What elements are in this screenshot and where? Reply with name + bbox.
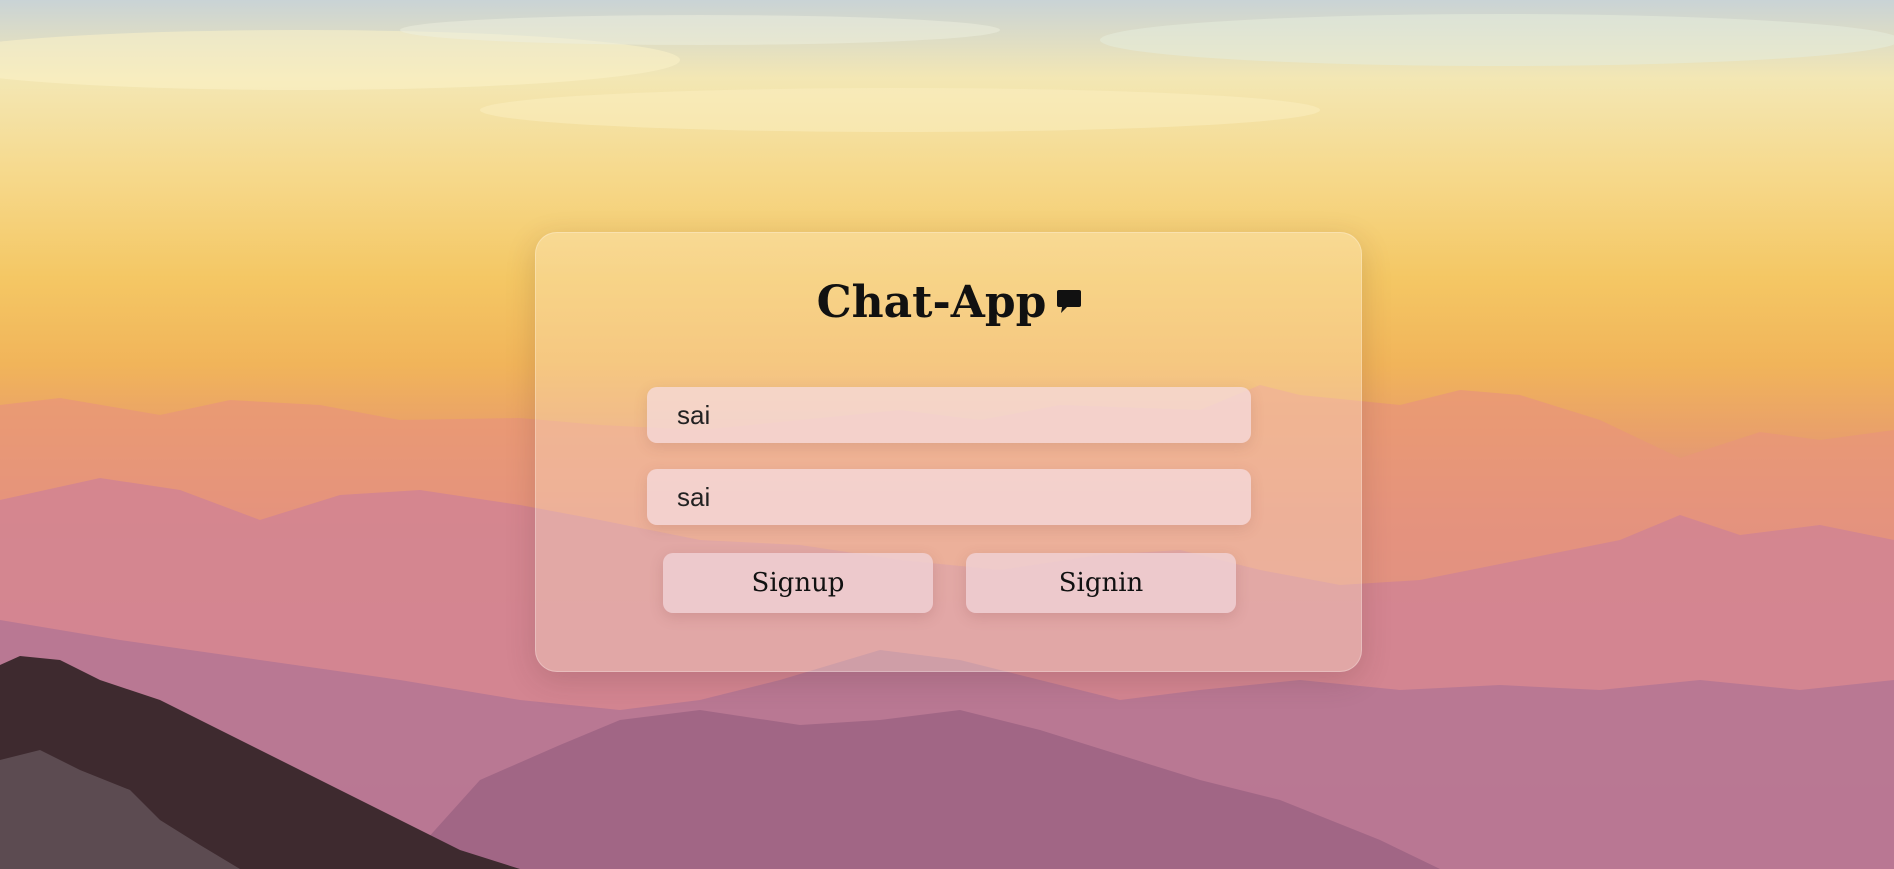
chat-bubble-icon — [1056, 276, 1082, 327]
signin-button[interactable]: Signin — [966, 553, 1236, 613]
signup-button[interactable]: Signup — [663, 553, 933, 613]
page-title: Chat-App — [536, 277, 1363, 331]
username-input[interactable] — [647, 387, 1251, 443]
login-card: Chat-App Signup Signin — [535, 232, 1362, 672]
password-input[interactable] — [647, 469, 1251, 525]
app-title-text: Chat-App — [816, 277, 1047, 328]
